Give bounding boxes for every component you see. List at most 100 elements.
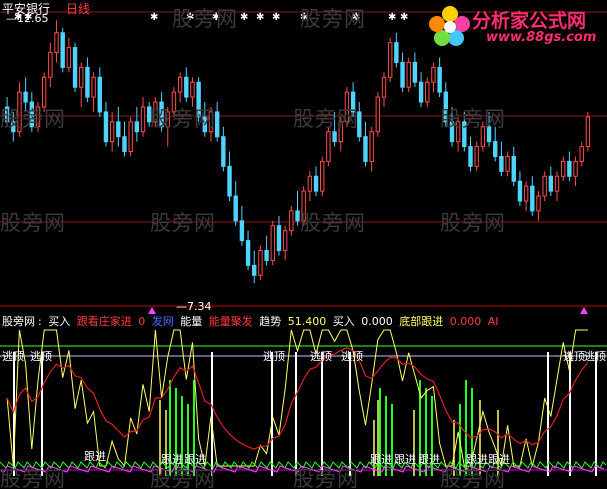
candle-body (474, 146, 479, 167)
bottom-label: 底部跟进 (399, 315, 444, 328)
candle-body (431, 66, 436, 83)
candle-body (270, 225, 275, 261)
energy-label: 能量 (180, 315, 203, 328)
candle-body (91, 76, 96, 98)
star-marker: ✱ (150, 12, 158, 23)
follow-signal: 跟进 (466, 453, 488, 466)
candle-body (418, 81, 424, 103)
follow-signal: 跟进 (418, 453, 440, 466)
candle-body (573, 160, 578, 177)
signal-triangle (580, 307, 588, 314)
star-marker: ✱ (388, 12, 396, 23)
escape-top-signal: 逃顶 (341, 350, 363, 363)
candle-body (381, 76, 387, 98)
watermark: 股旁网 (300, 7, 366, 31)
candle-body (282, 230, 288, 252)
candle-body (122, 136, 127, 153)
candle-body (295, 210, 300, 222)
candle-body (109, 121, 115, 143)
follow-signal: 跟进 (488, 453, 510, 466)
watermark: 股旁网 (0, 211, 66, 235)
candle-body (103, 111, 109, 143)
watermark: 股旁网 (0, 107, 66, 131)
star-marker: ✱ (240, 12, 248, 23)
flower-icon (429, 6, 470, 46)
low-price-marker: —7.34 (176, 300, 212, 313)
candle-body (54, 32, 59, 54)
watermark: 股旁网 (300, 211, 366, 235)
candle-body (184, 76, 189, 98)
trend-label: 趋势 (259, 315, 282, 328)
ai-label: AI (487, 315, 499, 328)
candle-body (530, 185, 535, 212)
chart-stage: { "title": { "stock": "平安银行", "period": … (0, 0, 607, 489)
candle-body (363, 136, 368, 162)
watermark: 股旁网 (440, 107, 506, 131)
candle-body (468, 146, 473, 167)
follow-signal: 跟进 (370, 453, 392, 466)
escape-top-signal: 逃顶 (310, 350, 332, 363)
watermark: 股旁网 (293, 107, 359, 131)
follow-signal: 跟进 (394, 453, 416, 466)
candle-body (542, 175, 547, 197)
watermark: 股旁网 (150, 211, 216, 235)
candle-body (567, 160, 572, 177)
candle-body (258, 250, 263, 276)
indicator-legend: 股旁网: 买入 跟看庄家进 0 发网 能量 能量聚发 趋势 51.400 买入 … (2, 315, 499, 328)
candle-body (387, 42, 393, 78)
candle-body (406, 61, 411, 88)
follow-signal: 跟进 (84, 450, 106, 463)
buyin-label: 买入 (332, 315, 355, 328)
candle-body (412, 61, 418, 83)
candle-body (276, 225, 282, 252)
candle-body (245, 240, 251, 266)
star-marker: ✱ (400, 12, 408, 23)
candle-body (585, 116, 591, 148)
candle-body (79, 66, 84, 88)
high-price-marker: —12.65 (6, 12, 49, 25)
candle-body (369, 131, 374, 162)
candle-body (548, 175, 554, 192)
candle-body (85, 66, 90, 98)
logo-url: www.88gs.com (486, 30, 597, 45)
candle-body (134, 121, 140, 133)
candle-body (48, 52, 53, 78)
candle-body (536, 195, 541, 212)
escape-top-signal: 逃顶 (584, 350, 606, 363)
trend-value: 51.400 (287, 315, 327, 328)
escape-top-signal: 逃顶 (2, 350, 24, 363)
candle-body (307, 175, 313, 192)
candle-body (72, 47, 78, 88)
red-signal-line (6, 347, 589, 450)
candle-body (511, 155, 516, 182)
escape-top-signal: 逃顶 (30, 350, 52, 363)
candle-body (499, 155, 504, 172)
candle-body (400, 61, 405, 88)
follow-value: 0 (138, 315, 146, 328)
logo-title: 分析家公式网 (472, 10, 587, 32)
candle-body (320, 160, 325, 192)
candle-body (190, 81, 195, 98)
candle-body (375, 96, 381, 133)
follow-label: 跟看庄家进 (76, 315, 132, 328)
candle-body (517, 180, 523, 202)
site-logo: 分析家公式网 www.88gs.com (428, 2, 604, 50)
candle-body (394, 42, 399, 63)
watermark: 股旁网 (150, 467, 216, 489)
yellow-oscillator-line (6, 329, 588, 468)
candle-body (60, 32, 65, 68)
follow-signal: 跟进 (184, 453, 206, 466)
candle-body (579, 146, 584, 162)
candle-body (140, 106, 146, 133)
candle-body (289, 210, 294, 232)
watermark: 股旁网 (293, 467, 359, 489)
reach-label: 发网 (151, 315, 174, 328)
star-marker: ✱ (272, 12, 280, 23)
candle-body (128, 121, 133, 153)
bottom-value: 0.000 (449, 315, 482, 328)
candle-body (313, 175, 319, 192)
candle-body (116, 121, 121, 138)
candle-body (264, 250, 269, 261)
candle-body (505, 155, 510, 172)
watermark: 股旁网 (0, 467, 66, 489)
